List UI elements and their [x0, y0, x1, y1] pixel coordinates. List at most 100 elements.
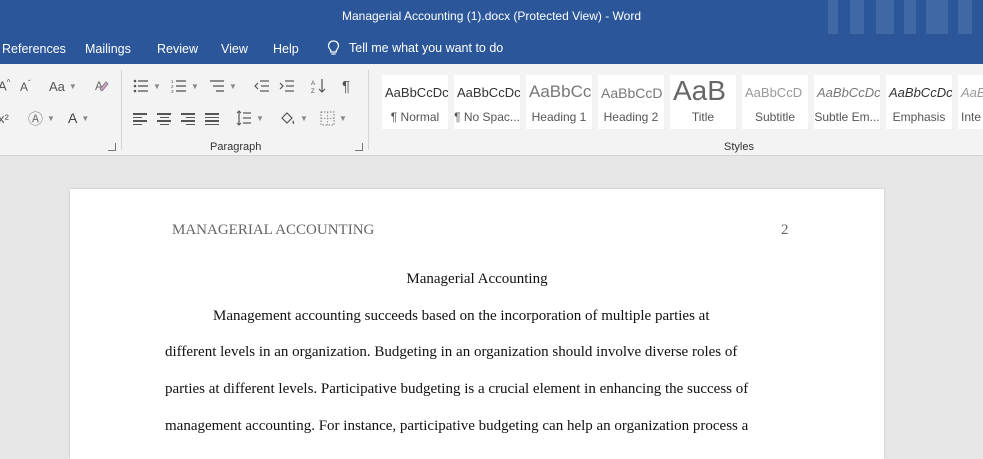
style-preview: AaBbCcDc — [457, 85, 520, 100]
superscript-button[interactable]: x² — [0, 108, 9, 128]
borders-button[interactable]: ▼ — [320, 108, 347, 128]
style-preview: AaBbCcD — [745, 85, 803, 100]
multilevel-list-button[interactable]: ▼ — [209, 76, 237, 96]
tell-me-box[interactable]: Tell me what you want to do — [327, 40, 503, 56]
title-bar: Managerial Accounting (1).docx (Protecte… — [0, 0, 983, 34]
tell-me-placeholder: Tell me what you want to do — [349, 41, 504, 55]
svg-text:A: A — [311, 81, 315, 87]
tab-mailings[interactable]: Mailings — [85, 42, 131, 56]
decoration — [958, 0, 972, 34]
chevron-down-icon: ▼ — [300, 113, 308, 123]
tab-review[interactable]: Review — [157, 42, 198, 56]
style-title[interactable]: AaB Title — [670, 75, 736, 129]
style-heading-1[interactable]: AaBbCc Heading 1 — [526, 75, 592, 129]
style-name: Title — [691, 110, 715, 124]
style-name: Subtle Em... — [814, 110, 880, 124]
body-line: different levels in an organization. Bud… — [165, 344, 738, 360]
numbered-list-icon: 123 — [171, 79, 186, 93]
style-preview: AaBbCcDc — [385, 85, 448, 100]
document-canvas[interactable]: MANAGERIAL ACCOUNTING 2 Managerial Accou… — [0, 157, 983, 459]
decoration — [828, 0, 838, 34]
ribbon-tabs: References Mailings Review View Help Tel… — [0, 34, 983, 64]
tab-help[interactable]: Help — [273, 42, 299, 56]
text-effects-icon: Ⓐ — [28, 110, 44, 128]
borders-icon — [320, 111, 335, 125]
eraser-icon: A — [95, 79, 109, 93]
style-preview: AaBbCcD — [601, 85, 663, 101]
font-color-button[interactable]: A ▼ — [68, 108, 89, 128]
chevron-down-icon: ▼ — [229, 81, 237, 91]
bullet-list-icon — [133, 79, 148, 93]
style-name: Subtitle — [754, 110, 796, 124]
body-line: parties at different levels. Participati… — [165, 381, 749, 397]
grow-font-button[interactable]: A^ — [0, 76, 10, 96]
style-name: Inte — [961, 110, 982, 124]
style-subtle-emphasis[interactable]: AaBbCcDc Subtle Em... — [814, 75, 880, 129]
sort-button[interactable]: AZ — [311, 76, 327, 96]
chevron-down-icon: ▼ — [191, 81, 199, 91]
style-name: Emphasis — [892, 110, 946, 124]
paragraph-group-label: Paragraph — [210, 141, 262, 153]
numbering-button[interactable]: 123 ▼ — [171, 76, 199, 96]
style-preview: AaB — [673, 75, 726, 106]
document-page[interactable]: MANAGERIAL ACCOUNTING 2 Managerial Accou… — [70, 189, 884, 459]
document-title: Managerial Accounting — [406, 271, 548, 287]
paragraph-dialog-launcher[interactable] — [355, 143, 363, 151]
multilevel-list-icon — [210, 80, 224, 92]
style-normal[interactable]: AaBbCcDc ¶ Normal — [382, 75, 448, 129]
tab-view[interactable]: View — [221, 42, 248, 56]
page-header: MANAGERIAL ACCOUNTING — [172, 222, 375, 238]
style-preview: AaBbCc — [529, 82, 592, 101]
style-preview: AaBbCcDc — [817, 85, 880, 100]
grow-font-icon: A^ — [0, 78, 11, 94]
align-center-icon — [157, 113, 171, 125]
justify-icon — [205, 113, 219, 125]
sort-icon: AZ — [311, 79, 326, 94]
decoration — [850, 0, 864, 34]
align-center-button[interactable] — [157, 109, 171, 129]
page-number: 2 — [781, 222, 789, 238]
change-case-button[interactable]: Aa ▼ — [49, 76, 77, 96]
group-separator — [368, 70, 369, 150]
justify-button[interactable] — [205, 109, 219, 129]
style-subtitle[interactable]: AaBbCcD Subtitle — [742, 75, 808, 129]
style-no-spacing[interactable]: AaBbCcDc ¶ No Spac... — [454, 75, 520, 129]
pilcrow-icon: ¶ — [342, 77, 351, 95]
text-effects-button[interactable]: Ⓐ ▼ — [28, 108, 55, 128]
shrink-font-button[interactable]: Aˇ — [20, 76, 31, 96]
align-left-button[interactable] — [133, 109, 147, 129]
lightbulb-icon — [327, 40, 340, 55]
svg-text:Z: Z — [311, 89, 315, 94]
style-name: Heading 2 — [603, 110, 659, 124]
line-spacing-button[interactable]: ▼ — [236, 108, 264, 128]
style-name: Heading 1 — [531, 110, 587, 124]
style-emphasis[interactable]: AaBbCcDc Emphasis — [886, 75, 952, 129]
paint-bucket-icon — [281, 112, 295, 124]
increase-indent-icon — [279, 80, 294, 92]
change-case-icon: Aa — [49, 78, 65, 94]
styles-group-label: Styles — [724, 141, 754, 153]
tab-references[interactable]: References — [2, 42, 66, 56]
style-heading-2[interactable]: AaBbCcD Heading 2 — [598, 75, 664, 129]
body-line: Management accounting succeeds based on … — [213, 308, 710, 324]
shading-button[interactable]: ▼ — [280, 108, 308, 128]
shrink-font-icon: Aˇ — [20, 78, 31, 94]
decoration — [876, 0, 894, 34]
font-dialog-launcher[interactable] — [108, 143, 116, 151]
body-line: management accounting. For instance, par… — [165, 418, 749, 434]
decrease-indent-button[interactable] — [254, 76, 270, 96]
group-separator — [121, 70, 122, 150]
increase-indent-button[interactable] — [279, 76, 295, 96]
chevron-down-icon: ▼ — [68, 81, 77, 91]
bullets-button[interactable]: ▼ — [133, 76, 161, 96]
clear-formatting-button[interactable]: A — [94, 76, 110, 96]
decoration — [904, 0, 916, 34]
style-intense-emphasis[interactable]: AaBl Inte — [958, 75, 983, 129]
svg-text:3: 3 — [171, 89, 174, 93]
line-spacing-icon — [236, 110, 251, 126]
ribbon: A^ Aˇ Aa ▼ A x² Ⓐ ▼ A ▼ ▼ 123 ▼ ▼ A Z ¶ … — [0, 64, 983, 156]
chevron-down-icon: ▼ — [339, 113, 347, 123]
decrease-indent-icon — [254, 80, 269, 92]
align-right-button[interactable] — [181, 109, 195, 129]
show-formatting-button[interactable]: ¶ — [342, 76, 350, 96]
